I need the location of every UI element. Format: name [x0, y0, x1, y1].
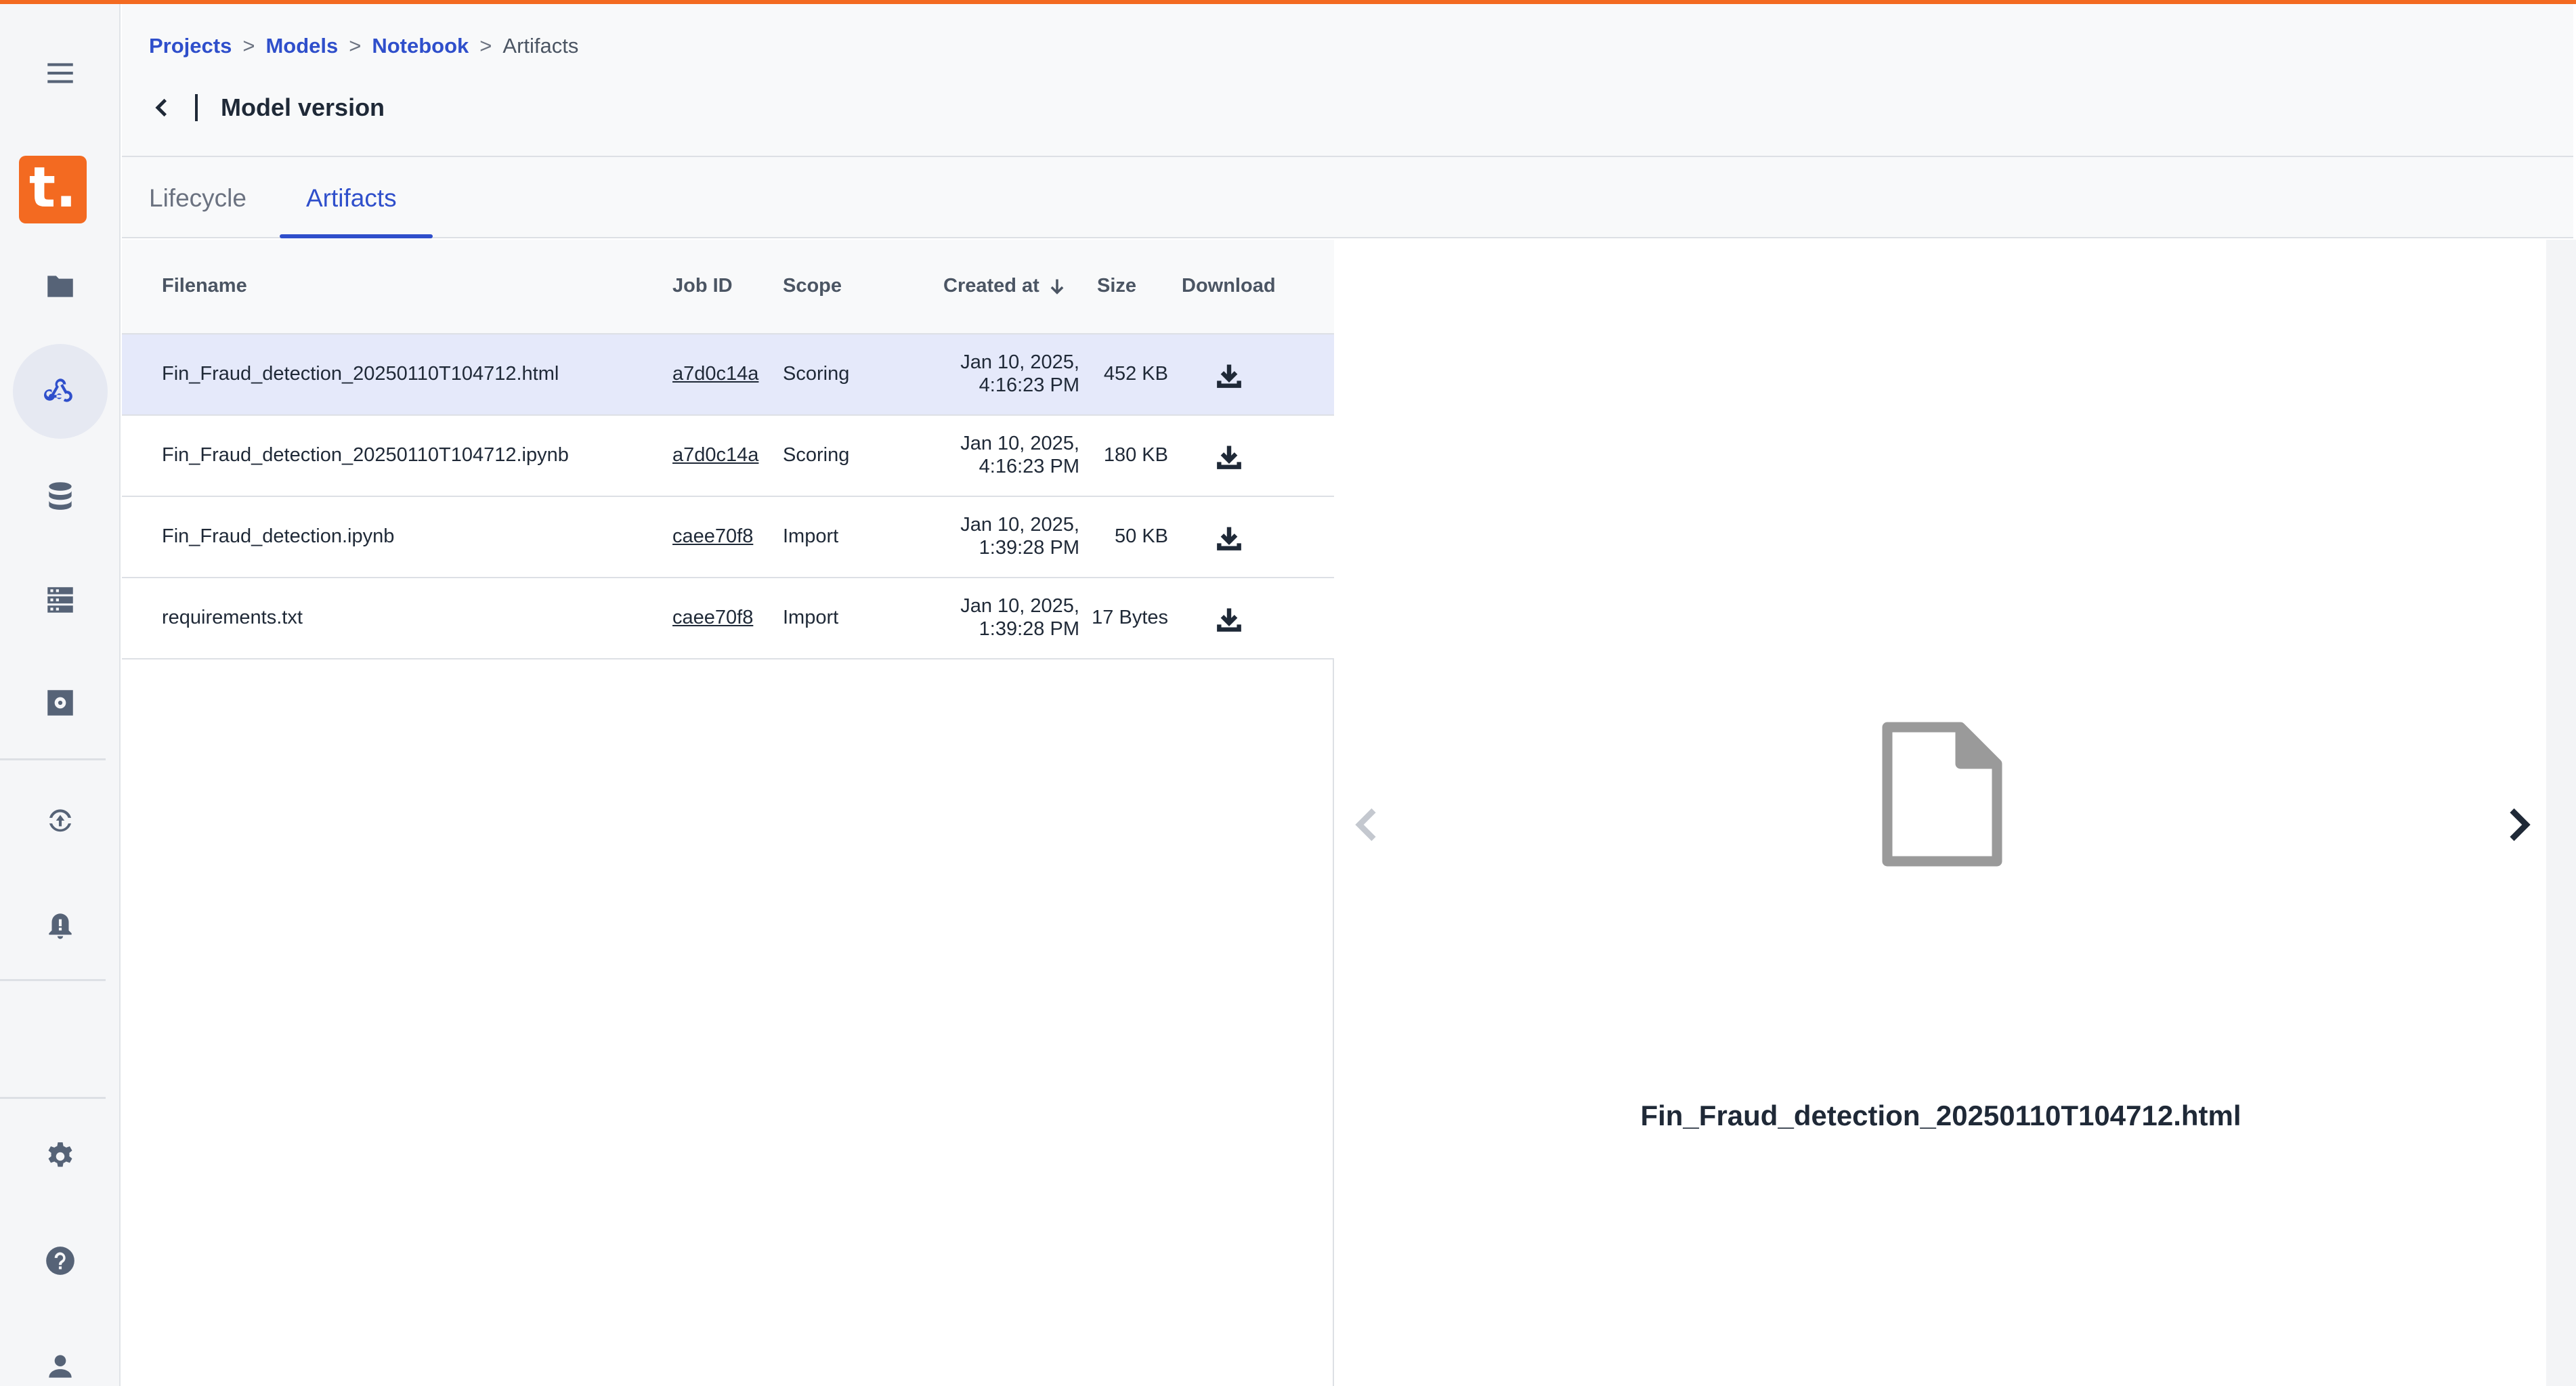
cell-job-id-link[interactable]: a7d0c14a — [672, 363, 758, 385]
cell-created-date: Jan 10, 2025, — [960, 514, 1079, 536]
sidebar: t. — [0, 4, 121, 1386]
user-icon[interactable] — [13, 1319, 108, 1386]
cell-job-id-link[interactable]: caee70f8 — [672, 607, 753, 629]
cell-filename: Fin_Fraud_detection_20250110T104712.html — [162, 363, 559, 385]
deploy-cycle-icon[interactable] — [13, 773, 108, 868]
tab-bar: Lifecycle Artifacts — [122, 157, 2573, 238]
cell-created-time: 1:39:28 PM — [979, 618, 1079, 640]
title-row: Model version — [149, 91, 385, 125]
cell-created-time: 4:16:23 PM — [979, 456, 1079, 477]
tab-artifacts[interactable]: Artifacts — [306, 184, 397, 213]
tab-lifecycle[interactable]: Lifecycle — [149, 184, 246, 213]
table-row[interactable]: Fin_Fraud_detection.ipynb caee70f8 Import J… — [122, 497, 1334, 578]
sidebar-divider — [0, 758, 106, 760]
cell-size: 17 Bytes — [1092, 607, 1168, 628]
sort-descending-icon[interactable] — [1048, 277, 1067, 296]
preview-scrollbar[interactable] — [2546, 240, 2576, 1386]
download-button[interactable] — [1212, 440, 1246, 474]
table-header: Filename Job ID Scope Created at Size Do… — [122, 240, 1334, 334]
chevron-right-icon — [2510, 808, 2531, 842]
sidebar-divider — [0, 979, 106, 981]
breadcrumb: Projects > Models > Notebook > Artifacts — [149, 34, 578, 58]
cell-size: 50 KB — [1115, 525, 1168, 547]
preview-filename: Fin_Fraud_detection_20250110T104712.html — [1640, 1100, 2241, 1131]
cell-created-time: 1:39:28 PM — [979, 537, 1079, 559]
active-tab-indicator — [280, 234, 433, 238]
cell-job-id-link[interactable]: caee70f8 — [672, 525, 753, 548]
page-title: Model version — [221, 93, 385, 121]
artifact-preview-panel: Fin_Fraud_detection_20250110T104712.html — [1335, 240, 2546, 1386]
sidebar-divider — [0, 1097, 106, 1099]
column-header-scope: Scope — [783, 275, 842, 297]
table-row[interactable]: requirements.txt caee70f8 Import Jan 10, 20… — [122, 578, 1334, 659]
download-icon — [1217, 446, 1241, 469]
table-row[interactable]: Fin_Fraud_detection_20250110T104712.html… — [122, 334, 1334, 416]
chevron-left-icon — [155, 98, 167, 117]
table-row[interactable]: Fin_Fraud_detection_20250110T104712.ipyn… — [122, 416, 1334, 497]
file-icon — [1882, 722, 2002, 867]
artifacts-table: Filename Job ID Scope Created at Size Do… — [122, 240, 1334, 1386]
cell-size: 452 KB — [1103, 363, 1168, 385]
chevron-left-icon — [1355, 808, 1376, 842]
next-artifact-button[interactable] — [2499, 798, 2539, 852]
cell-created-date: Jan 10, 2025, — [960, 433, 1079, 454]
download-icon — [1217, 608, 1241, 632]
column-header-created-at-label: Created at — [943, 275, 1039, 297]
breadcrumb-separator: > — [242, 34, 255, 58]
previous-artifact-button[interactable] — [1346, 798, 1387, 852]
help-icon[interactable] — [13, 1213, 108, 1308]
download-icon — [1217, 364, 1241, 388]
page-header: Projects > Models > Notebook > Artifacts… — [122, 4, 2573, 157]
server-icon[interactable] — [13, 553, 108, 647]
database-icon[interactable] — [13, 448, 108, 543]
download-button[interactable] — [1212, 359, 1246, 393]
cell-created-at: Jan 10, 2025, 1:39:28 PM — [960, 513, 1079, 559]
cell-created-time: 4:16:23 PM — [979, 374, 1079, 396]
cell-scope: Import — [783, 607, 839, 628]
gear-icon[interactable] — [13, 1109, 108, 1204]
breadcrumb-projects[interactable]: Projects — [149, 34, 232, 58]
column-header-size: Size — [1097, 275, 1137, 297]
breadcrumb-models[interactable]: Models — [265, 34, 338, 58]
column-header-job-id: Job ID — [672, 275, 733, 297]
column-header-created-at[interactable]: Created at — [943, 275, 1067, 297]
download-button[interactable] — [1212, 521, 1246, 555]
cell-created-date: Jan 10, 2025, — [960, 595, 1079, 617]
column-header-download: Download — [1182, 275, 1276, 297]
cell-size: 180 KB — [1103, 444, 1168, 466]
brand-logo[interactable]: t. — [19, 156, 87, 223]
back-button[interactable] — [149, 91, 176, 125]
settings-box-icon[interactable] — [13, 655, 108, 750]
breadcrumb-current: Artifacts — [502, 34, 579, 58]
cell-filename: requirements.txt — [162, 607, 303, 628]
column-header-filename: Filename — [162, 275, 247, 297]
cell-job-id-link[interactable]: a7d0c14a — [672, 444, 758, 467]
cell-created-at: Jan 10, 2025, 4:16:23 PM — [960, 351, 1079, 397]
cell-filename: Fin_Fraud_detection.ipynb — [162, 525, 395, 547]
breadcrumb-notebook[interactable]: Notebook — [372, 34, 469, 58]
cell-filename: Fin_Fraud_detection_20250110T104712.ipyn… — [162, 444, 569, 466]
breadcrumb-separator: > — [349, 34, 362, 58]
cell-scope: Scoring — [783, 363, 850, 385]
cell-created-at: Jan 10, 2025, 4:16:23 PM — [960, 432, 1079, 478]
webhook-models-icon[interactable] — [13, 344, 108, 439]
menu-icon[interactable] — [13, 26, 108, 121]
cell-created-date: Jan 10, 2025, — [960, 351, 1079, 373]
bell-alert-icon[interactable] — [13, 879, 108, 974]
cell-scope: Scoring — [783, 444, 850, 466]
download-button[interactable] — [1212, 603, 1246, 636]
cell-scope: Import — [783, 525, 839, 547]
cell-created-at: Jan 10, 2025, 1:39:28 PM — [960, 594, 1079, 641]
download-icon — [1217, 527, 1241, 550]
title-divider — [195, 94, 198, 121]
breadcrumb-separator: > — [479, 34, 492, 58]
folder-icon[interactable] — [13, 238, 108, 333]
